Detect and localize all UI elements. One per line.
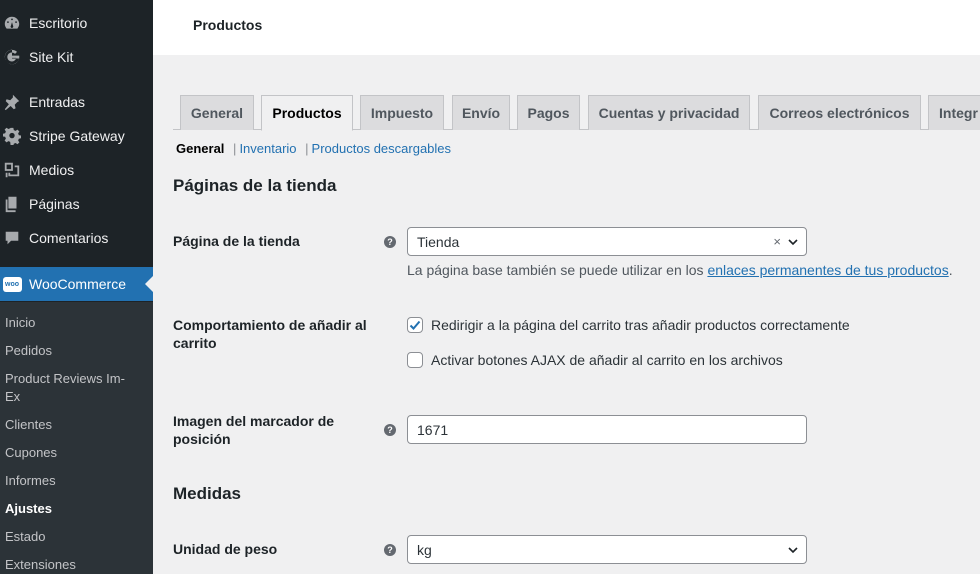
chevron-down-icon — [788, 239, 798, 246]
subnav-link-descargables[interactable]: Productos descargables — [312, 141, 451, 156]
weight-unit-label: Unidad de peso — [173, 541, 278, 557]
woocommerce-icon: woo — [2, 274, 22, 294]
menu-item-stripe-gateway[interactable]: Stripe Gateway — [0, 119, 153, 153]
tab-general[interactable]: General — [180, 95, 254, 130]
pages-icon — [2, 194, 22, 214]
page-header: Productos — [153, 0, 980, 55]
menu-item-medios[interactable]: Medios — [0, 153, 153, 187]
menu-item-paginas[interactable]: Páginas — [0, 187, 153, 221]
comment-icon — [2, 228, 22, 248]
chevron-down-icon — [788, 547, 798, 554]
ajax-add-to-cart-text: Activar botones AJAX de añadir al carrit… — [431, 352, 783, 368]
menu-item-label: Escritorio — [29, 15, 88, 31]
menu-item-comentarios[interactable]: Comentarios — [0, 221, 153, 255]
pushpin-icon — [2, 92, 22, 112]
add-to-cart-label: Comportamiento de añadir al carrito — [173, 317, 367, 351]
menu-item-label: Entradas — [29, 94, 86, 110]
help-icon[interactable]: ? — [384, 424, 396, 436]
admin-sidebar: Escritorio Site Kit Entradas Stripe Gate… — [0, 0, 153, 574]
help-icon[interactable]: ? — [384, 236, 396, 248]
settings-tabs: General Productos Impuesto Envío Pagos C… — [180, 95, 980, 131]
ajax-add-to-cart-option: Activar botones AJAX de añadir al carrit… — [407, 352, 783, 368]
permalinks-link[interactable]: enlaces permanentes de tus productos — [707, 262, 948, 278]
tab-envio[interactable]: Envío — [452, 95, 510, 130]
submenu-item-inicio[interactable]: Inicio — [5, 314, 145, 332]
section-title-store-pages: Páginas de la tienda — [173, 176, 337, 195]
menu-item-site-kit[interactable]: Site Kit — [0, 40, 153, 74]
media-icon — [2, 160, 22, 180]
clear-icon[interactable]: × — [773, 234, 781, 249]
menu-item-label: Páginas — [29, 196, 80, 212]
tab-cuentas-privacidad[interactable]: Cuentas y privacidad — [588, 95, 750, 130]
menu-item-label: WooCommerce — [29, 276, 126, 292]
shop-page-description: La página base también se puede utilizar… — [407, 262, 953, 278]
menu-item-woocommerce[interactable]: woo WooCommerce — [0, 267, 153, 301]
submenu-item-informes[interactable]: Informes — [5, 472, 145, 490]
shop-page-label: Página de la tienda — [173, 233, 300, 249]
submenu-item-extensiones[interactable]: Extensiones — [5, 556, 145, 574]
tab-impuesto[interactable]: Impuesto — [360, 95, 444, 130]
page-title: Productos — [193, 17, 263, 33]
subnav-current-general[interactable]: General — [176, 141, 224, 156]
gear-icon — [2, 126, 22, 146]
submenu-item-cupones[interactable]: Cupones — [5, 444, 145, 462]
weight-unit-select[interactable]: kg — [407, 535, 807, 564]
help-icon[interactable]: ? — [384, 544, 396, 556]
placeholder-image-input[interactable]: 1671 — [407, 415, 807, 444]
submenu-item-product-reviews[interactable]: Product Reviews Im-Ex — [5, 370, 140, 406]
ajax-add-to-cart-checkbox[interactable] — [407, 352, 423, 368]
tab-correos-electronicos[interactable]: Correos electrónicos — [758, 95, 921, 130]
shop-page-value: Tienda — [417, 233, 460, 250]
subnav-separator: | — [233, 141, 237, 156]
subnav-separator: | — [305, 141, 309, 156]
submenu-item-ajustes[interactable]: Ajustes — [5, 500, 145, 518]
section-subnav: General | Inventario | Productos descargab… — [176, 141, 451, 156]
submenu-item-pedidos[interactable]: Pedidos — [5, 342, 145, 360]
submenu-item-clientes[interactable]: Clientes — [5, 416, 145, 434]
menu-item-escritorio[interactable]: Escritorio — [0, 6, 153, 40]
menu-item-label: Medios — [29, 162, 75, 178]
tab-pagos[interactable]: Pagos — [517, 95, 580, 130]
tab-productos[interactable]: Productos — [261, 95, 353, 131]
weight-unit-value: kg — [417, 541, 432, 558]
description-suffix: . — [948, 262, 953, 278]
tab-integracion[interactable]: Integr — [928, 95, 980, 130]
redirect-to-cart-checkbox[interactable] — [407, 317, 423, 333]
menu-item-label: Comentarios — [29, 230, 109, 246]
submenu-item-estado[interactable]: Estado — [5, 528, 145, 546]
checkmark-icon — [409, 320, 421, 330]
menu-item-entradas[interactable]: Entradas — [0, 85, 153, 119]
redirect-to-cart-text: Redirigir a la página del carrito tras a… — [431, 317, 850, 333]
dashboard-icon — [2, 13, 22, 33]
subnav-link-inventario[interactable]: Inventario — [239, 141, 296, 156]
description-text: La página base también se puede utilizar… — [407, 262, 708, 278]
google-g-icon — [2, 47, 22, 67]
woocommerce-submenu: Inicio Pedidos Product Reviews Im-Ex Cli… — [0, 302, 153, 574]
section-title-measures: Medidas — [173, 484, 242, 503]
redirect-to-cart-option: Redirigir a la página del carrito tras a… — [407, 317, 850, 333]
menu-item-label: Stripe Gateway — [29, 128, 125, 144]
menu-item-label: Site Kit — [29, 49, 74, 65]
placeholder-image-label: Imagen del marcador de posición — [173, 413, 335, 447]
shop-page-select[interactable]: Tienda × — [407, 227, 807, 256]
